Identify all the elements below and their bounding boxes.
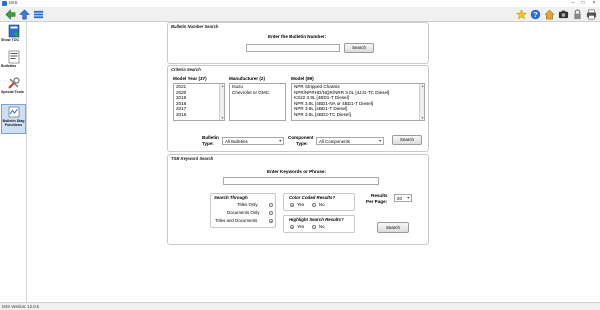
bulletin-number-input[interactable] [246,44,340,52]
highlight-title: Highlight Search Results? [289,217,344,222]
component-type-select[interactable]: All Components ▼ [316,137,384,145]
documents-only-label: Documents Only [227,210,260,215]
svg-text:?: ? [533,10,538,19]
scroll-up-icon[interactable]: ▲ [220,84,224,88]
home-icon[interactable] [544,9,555,20]
highlight-no-label: No [319,224,325,229]
chevron-down-icon: ▼ [378,139,382,143]
panel-title: Criteria Search [171,67,201,72]
titles-only-radio[interactable] [269,203,273,207]
highlight-yes-radio[interactable] [290,225,294,229]
model-year-list[interactable]: 2021 2020 2019 2018 2017 2016 ▲ ▼ [173,83,225,121]
scrollbar[interactable]: ▲ ▼ [419,84,424,120]
sidebar-item-label: Show TOC [1,38,20,42]
keyword-input[interactable] [223,177,379,185]
manufacturer-header: Manufacturer (2) [229,76,265,81]
search-through-group: Search Through Titles Only Documents Onl… [210,193,276,228]
color-coded-group: Color Coded Results? Yes No [283,193,355,211]
book-icon [8,24,19,38]
model-header: Model (89) [291,76,314,81]
component-type-label-line2: Type: [296,141,308,146]
search-through-title: Search Through [214,195,248,200]
status-bar: ISIS Version: 12.0.5 [0,302,600,310]
highlight-yes-label: Yes [297,224,305,229]
sidebar-item-special-tools[interactable]: Special Tools [1,76,26,102]
window-title: ISIS [9,0,18,5]
keyword-search-panel: TSB Keyword Search Enter Keywords or Phr… [167,154,429,245]
sidebar-item-show-toc[interactable]: Show TOC [1,24,26,48]
component-type-value: All Components [319,139,350,144]
highlight-results-group: Highlight Search Results? Yes No [283,215,355,233]
scroll-down-icon[interactable]: ▼ [220,116,224,120]
color-coded-yes-label: Yes [297,202,305,207]
up-arrow-icon[interactable] [19,9,30,20]
results-per-page-select[interactable]: 20 ▼ [394,194,412,202]
scroll-down-icon[interactable]: ▼ [420,116,424,120]
close-button[interactable]: × [589,0,599,7]
component-type-label: Component [288,135,314,140]
results-per-page-label: Results [371,193,388,198]
sidebar-item-bulletins[interactable]: Bulletins [1,50,26,74]
model-year-header: Model Year (37) [173,76,207,81]
title-bar: ISIS – □ × [0,0,600,7]
criteria-search-button[interactable]: Search [392,135,422,145]
chevron-down-icon: ▼ [406,196,410,200]
color-coded-no-radio[interactable] [312,203,316,207]
results-per-page-label-line2: Per Page: [366,199,388,204]
criteria-search-panel: Criteria Search Model Year (37) 2021 202… [167,65,429,152]
titles-only-label: Titles Only [237,202,258,207]
titles-and-documents-label: Titles and Documents [215,218,258,223]
version-text: ISIS Version: 12.0.5 [2,304,40,309]
panel-title: Bulletin Number Search [171,24,219,29]
color-coded-yes-radio[interactable] [290,203,294,207]
sidebar-item-label: Bulletin Diag Functions [2,119,25,128]
bulletin-number-heading: Enter the Bulletin Number: [268,34,327,39]
bulletin-search-button[interactable]: Search [344,43,374,53]
diagnostic-icon [8,106,19,118]
list-item[interactable]: Chevrolet or GMC [230,90,285,96]
app-icon [2,1,7,6]
print-icon[interactable] [586,9,597,20]
color-coded-no-label: No [319,202,325,207]
lock-icon[interactable] [572,9,583,20]
sidebar: Show TOC Bulletins Special Tools Bulleti… [0,22,27,302]
help-icon[interactable]: ? [530,9,541,20]
favorite-star-icon[interactable] [516,9,527,20]
sidebar-item-bulletin-diag-functions[interactable]: Bulletin Diag Functions [1,104,26,134]
scrollbar[interactable]: ▲ ▼ [219,84,224,120]
bulletin-type-label: Bulletin [202,135,219,140]
tools-icon [7,77,20,89]
scroll-up-icon[interactable]: ▲ [420,84,424,88]
documents-only-radio[interactable] [269,211,273,215]
menu-icon[interactable] [33,9,44,20]
keyword-search-button[interactable]: Search [377,222,409,233]
bulletin-number-search-panel: Bulletin Number Search Enter the Bulleti… [167,22,429,64]
sidebar-item-label: Bulletins [1,64,17,68]
panel-title: TSB Keyword Search [171,156,214,161]
back-arrow-icon[interactable] [5,9,16,20]
titles-and-documents-radio[interactable] [269,219,273,223]
bulletin-icon [8,50,19,64]
bulletin-type-label-line2: Type: [202,141,214,146]
keyword-heading: Enter Keywords or Phrase: [267,169,326,174]
sidebar-item-label: Special Tools [1,90,24,94]
maximize-button[interactable]: □ [578,0,588,7]
minimize-button[interactable]: – [568,0,578,7]
chevron-down-icon: ▼ [278,139,282,143]
bulletin-type-value: All Bulletins [225,139,248,144]
results-per-page-value: 20 [397,196,402,201]
camera-icon[interactable] [558,9,569,20]
color-coded-title: Color Coded Results? [289,195,336,200]
bulletin-type-select[interactable]: All Bulletins ▼ [222,137,284,145]
toolbar: ? [0,7,600,22]
highlight-no-radio[interactable] [312,225,316,229]
list-item[interactable]: 2016 [174,112,224,118]
list-item[interactable]: NPR 3.9L [4BD2-TC Diesel] [292,112,424,118]
model-list[interactable]: NPR Stripped Chassis NPR/NPRHD/NQR/NRR 3… [291,83,425,121]
manufacturer-list[interactable]: Isuzu Chevrolet or GMC [229,83,286,121]
